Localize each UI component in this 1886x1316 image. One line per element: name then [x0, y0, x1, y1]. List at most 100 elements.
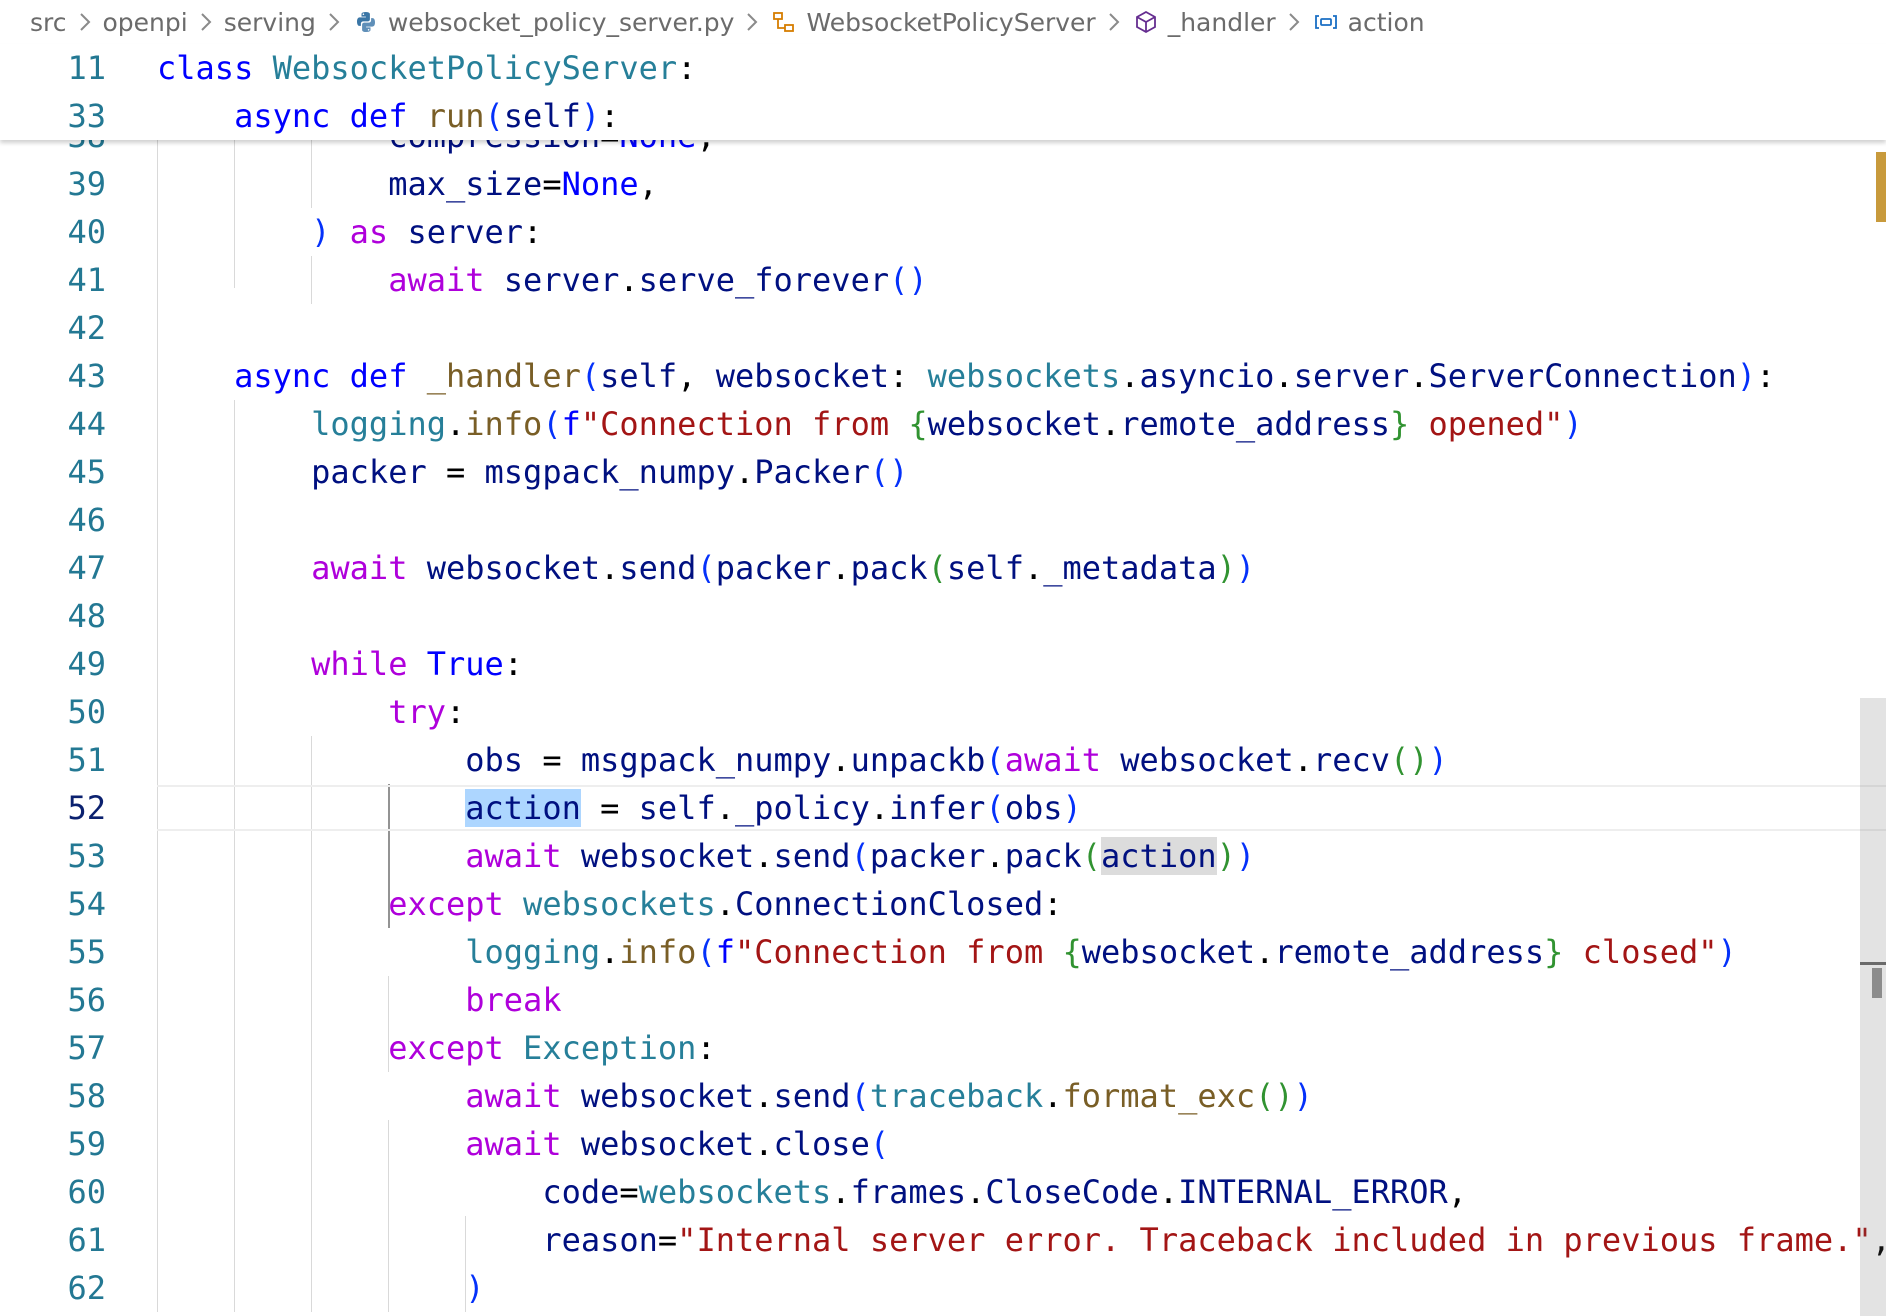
- code-line[interactable]: 60 code=websockets.frames.CloseCode.INTE…: [0, 1168, 1886, 1216]
- chevron-right-icon: [1286, 11, 1302, 33]
- code-line[interactable]: 40 ) as server:: [0, 208, 1886, 256]
- code-line-current[interactable]: 52 action = self._policy.infer(obs): [0, 784, 1886, 832]
- code-text: await server.serve_forever(): [388, 261, 928, 299]
- code-line[interactable]: 61 reason="Internal server error. Traceb…: [0, 1216, 1886, 1264]
- code-text: logging.info(f"Connection from {websocke…: [311, 405, 1583, 443]
- overview-ruler-marker: [1876, 152, 1886, 222]
- line-number: 55: [67, 933, 106, 971]
- chevron-right-icon: [198, 11, 214, 33]
- code-line[interactable]: 62 ): [0, 1264, 1886, 1312]
- code-line[interactable]: 39 max_size=None,: [0, 160, 1886, 208]
- code-text: compression=None,: [157, 140, 716, 155]
- line-number: 54: [67, 885, 106, 923]
- line-number: 45: [67, 453, 106, 491]
- code-line[interactable]: 51 obs = msgpack_numpy.unpackb(await web…: [0, 736, 1886, 784]
- line-number: 33: [67, 97, 106, 135]
- line-number: 47: [67, 549, 106, 587]
- code-text: action = self._policy.infer(obs): [465, 789, 1082, 827]
- line-number: 58: [67, 1077, 106, 1115]
- code-text: except websockets.ConnectionClosed:: [388, 885, 1063, 923]
- line-number: 38: [0, 140, 106, 155]
- line-number: 39: [67, 165, 106, 203]
- line-number: 61: [67, 1221, 106, 1259]
- breadcrumb-label: serving: [223, 7, 316, 37]
- line-number: 46: [67, 501, 106, 539]
- code-text: reason="Internal server error. Traceback…: [542, 1221, 1886, 1259]
- code-line[interactable]: 46: [0, 496, 1886, 544]
- code-text: except Exception:: [388, 1029, 716, 1067]
- breadcrumb-item-file[interactable]: websocket_policy_server.py: [352, 7, 735, 37]
- line-number-active: 52: [67, 789, 106, 827]
- scrollbar-thumb[interactable]: [1860, 698, 1886, 1316]
- breadcrumb-item-serving[interactable]: serving: [224, 8, 316, 37]
- vertical-scrollbar[interactable]: [1860, 44, 1886, 1316]
- code-text: await websocket.send(packer.pack(action)…: [465, 837, 1256, 875]
- breadcrumb-label: action: [1347, 7, 1425, 37]
- code-line[interactable]: 57 except Exception:: [0, 1024, 1886, 1072]
- code-text: ) as server:: [311, 213, 543, 251]
- line-number: 53: [67, 837, 106, 875]
- breadcrumb-item-src[interactable]: src: [30, 8, 67, 37]
- class-icon: [770, 8, 798, 36]
- code-text: break: [465, 981, 562, 1019]
- code-line[interactable]: 49 while True:: [0, 640, 1886, 688]
- sticky-line[interactable]: 33 async def run(self):: [0, 92, 1886, 140]
- code-area[interactable]: 38 compression=None, 39 max_size=None, 4…: [0, 140, 1886, 1316]
- breadcrumb-label: websocket_policy_server.py: [387, 7, 735, 37]
- code-text: await websocket.send(traceback.format_ex…: [465, 1077, 1313, 1115]
- breadcrumb-item-openpi[interactable]: openpi: [103, 8, 188, 37]
- sticky-scroll-header[interactable]: 11 class WebsocketPolicyServer: 33 async…: [0, 44, 1886, 140]
- line-number: 60: [67, 1173, 106, 1211]
- code-text: try:: [388, 693, 466, 731]
- overview-selection-marker: [1872, 968, 1882, 998]
- line-number: 43: [67, 357, 106, 395]
- breadcrumb: src openpi serving websocket_policy_serv…: [0, 0, 1886, 44]
- line-number: 49: [67, 645, 106, 683]
- code-line[interactable]: 48: [0, 592, 1886, 640]
- code-line[interactable]: 42: [0, 304, 1886, 352]
- line-number: 56: [67, 981, 106, 1019]
- breadcrumb-label: _handler: [1167, 7, 1276, 37]
- line-number: 42: [67, 309, 106, 347]
- line-number: 41: [67, 261, 106, 299]
- line-number: 59: [67, 1125, 106, 1163]
- code-line[interactable]: 59 await websocket.close(: [0, 1120, 1886, 1168]
- code-line[interactable]: 58 await websocket.send(traceback.format…: [0, 1072, 1886, 1120]
- overview-cursor-marker: [1860, 962, 1886, 965]
- code-text: packer = msgpack_numpy.Packer(): [311, 453, 909, 491]
- breadcrumb-item-method[interactable]: _handler: [1132, 8, 1276, 37]
- code-line[interactable]: 45 packer = msgpack_numpy.Packer(): [0, 448, 1886, 496]
- sticky-line[interactable]: 11 class WebsocketPolicyServer:: [0, 44, 1886, 92]
- code-line[interactable]: 50 try:: [0, 688, 1886, 736]
- code-text: while True:: [311, 645, 524, 683]
- code-text: await websocket.send(packer.pack(self._m…: [311, 549, 1256, 587]
- line-number: 50: [67, 693, 106, 731]
- line-number: 40: [67, 213, 106, 251]
- breadcrumb-item-class[interactable]: WebsocketPolicyServer: [770, 7, 1096, 37]
- line-number: 51: [67, 741, 106, 779]
- code-line[interactable]: 47 await websocket.send(packer.pack(self…: [0, 544, 1886, 592]
- breadcrumb-item-variable[interactable]: action: [1312, 8, 1425, 37]
- code-line[interactable]: 53 await websocket.send(packer.pack(acti…: [0, 832, 1886, 880]
- code-line[interactable]: 54 except websockets.ConnectionClosed:: [0, 880, 1886, 928]
- line-number: 57: [67, 1029, 106, 1067]
- method-icon: [1132, 8, 1160, 36]
- code-editor[interactable]: src openpi serving websocket_policy_serv…: [0, 0, 1886, 1316]
- line-number: 44: [67, 405, 106, 443]
- code-text: logging.info(f"Connection from {websocke…: [465, 933, 1737, 971]
- breadcrumb-label: openpi: [102, 7, 188, 37]
- code-line[interactable]: 44 logging.info(f"Connection from {webso…: [0, 400, 1886, 448]
- code-line[interactable]: 56 break: [0, 976, 1886, 1024]
- chevron-right-icon: [77, 11, 93, 33]
- code-text: code=websockets.frames.CloseCode.INTERNA…: [542, 1173, 1468, 1211]
- code-line[interactable]: 38 compression=None,: [0, 140, 1886, 160]
- breadcrumb-label: WebsocketPolicyServer: [806, 7, 1096, 37]
- line-number: 62: [67, 1269, 106, 1307]
- code-text: class WebsocketPolicyServer:: [157, 49, 697, 87]
- chevron-right-icon: [1106, 11, 1122, 33]
- code-line[interactable]: 43 async def _handler(self, websocket: w…: [0, 352, 1886, 400]
- code-line[interactable]: 55 logging.info(f"Connection from {webso…: [0, 928, 1886, 976]
- code-line[interactable]: 41 await server.serve_forever(): [0, 256, 1886, 304]
- code-text: ): [465, 1269, 485, 1307]
- code-text: await websocket.close(: [465, 1125, 890, 1163]
